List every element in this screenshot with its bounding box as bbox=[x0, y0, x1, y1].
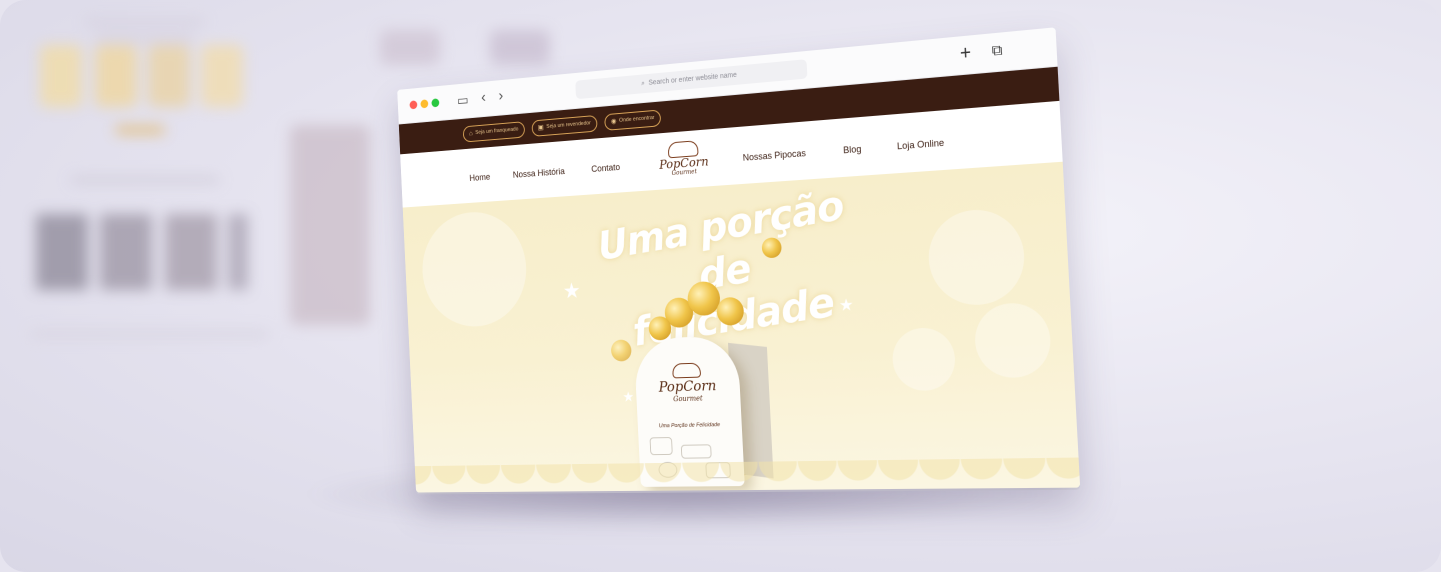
hero-scallop-border bbox=[402, 457, 1081, 493]
bag-icon: ▣ bbox=[537, 124, 544, 132]
back-icon[interactable]: ‹ bbox=[481, 89, 486, 107]
box-sub: Gourmet bbox=[673, 394, 703, 404]
franchise-pill-button[interactable]: ⌂ Seja um franqueado bbox=[462, 120, 525, 143]
nav-home[interactable]: Home bbox=[469, 172, 490, 183]
nav-nossas-pipocas[interactable]: Nossas Pipocas bbox=[743, 148, 807, 163]
address-placeholder: Search or enter website name bbox=[648, 71, 738, 87]
decor-bubble bbox=[891, 326, 957, 392]
mockup-stage: ▭ ‹ › ⌕ Search or enter website name + ⧉… bbox=[0, 0, 1441, 572]
where-to-find-pill-button[interactable]: ◉ Onde encontrar bbox=[604, 108, 662, 131]
minimize-window-button[interactable] bbox=[420, 99, 429, 109]
location-icon: ◉ bbox=[610, 118, 617, 126]
decor-bubble bbox=[926, 207, 1027, 307]
close-window-button[interactable] bbox=[409, 100, 418, 110]
hero-headline: Uma porção de felicidade bbox=[577, 179, 882, 362]
new-tab-icon[interactable]: + bbox=[959, 42, 971, 64]
popcorn-kernel bbox=[610, 339, 632, 362]
box-doodle bbox=[649, 437, 673, 456]
reseller-pill-button[interactable]: ▣ Seja um revendedor bbox=[531, 114, 598, 137]
tabs-overview-icon[interactable]: ⧉ bbox=[991, 39, 1003, 61]
pill-label: Seja um revendedor bbox=[546, 120, 591, 130]
hero-banner: Uma porção de felicidade ★ ★ ★ PopCorn bbox=[402, 161, 1081, 493]
pill-label: Onde encontrar bbox=[619, 114, 655, 124]
decor-bubble bbox=[419, 208, 529, 329]
star-icon: ★ bbox=[622, 388, 635, 405]
nav-nossa-historia[interactable]: Nossa História bbox=[513, 166, 565, 179]
box-tagline: Uma Porção de Felicidade bbox=[658, 422, 721, 430]
sidebar-icon[interactable]: ▭ bbox=[457, 91, 469, 109]
pill-label: Seja um franqueado bbox=[475, 126, 519, 136]
box-logo: PopCorn Gourmet bbox=[635, 361, 741, 404]
star-icon: ★ bbox=[838, 296, 855, 315]
site-logo[interactable]: PopCorn Gourmet bbox=[650, 139, 718, 186]
popcorn-cloud-icon bbox=[672, 362, 702, 379]
store-icon: ⌂ bbox=[468, 129, 473, 137]
box-doodle bbox=[680, 444, 712, 459]
nav-contato[interactable]: Contato bbox=[591, 162, 620, 174]
star-icon: ★ bbox=[562, 278, 582, 304]
search-icon: ⌕ bbox=[641, 79, 646, 87]
nav-loja-online[interactable]: Loja Online bbox=[897, 137, 945, 151]
forward-icon[interactable]: › bbox=[498, 88, 503, 106]
nav-blog[interactable]: Blog bbox=[843, 144, 862, 156]
decor-bubble bbox=[973, 301, 1053, 379]
browser-window: ▭ ‹ › ⌕ Search or enter website name + ⧉… bbox=[397, 27, 1081, 493]
maximize-window-button[interactable] bbox=[431, 98, 440, 108]
